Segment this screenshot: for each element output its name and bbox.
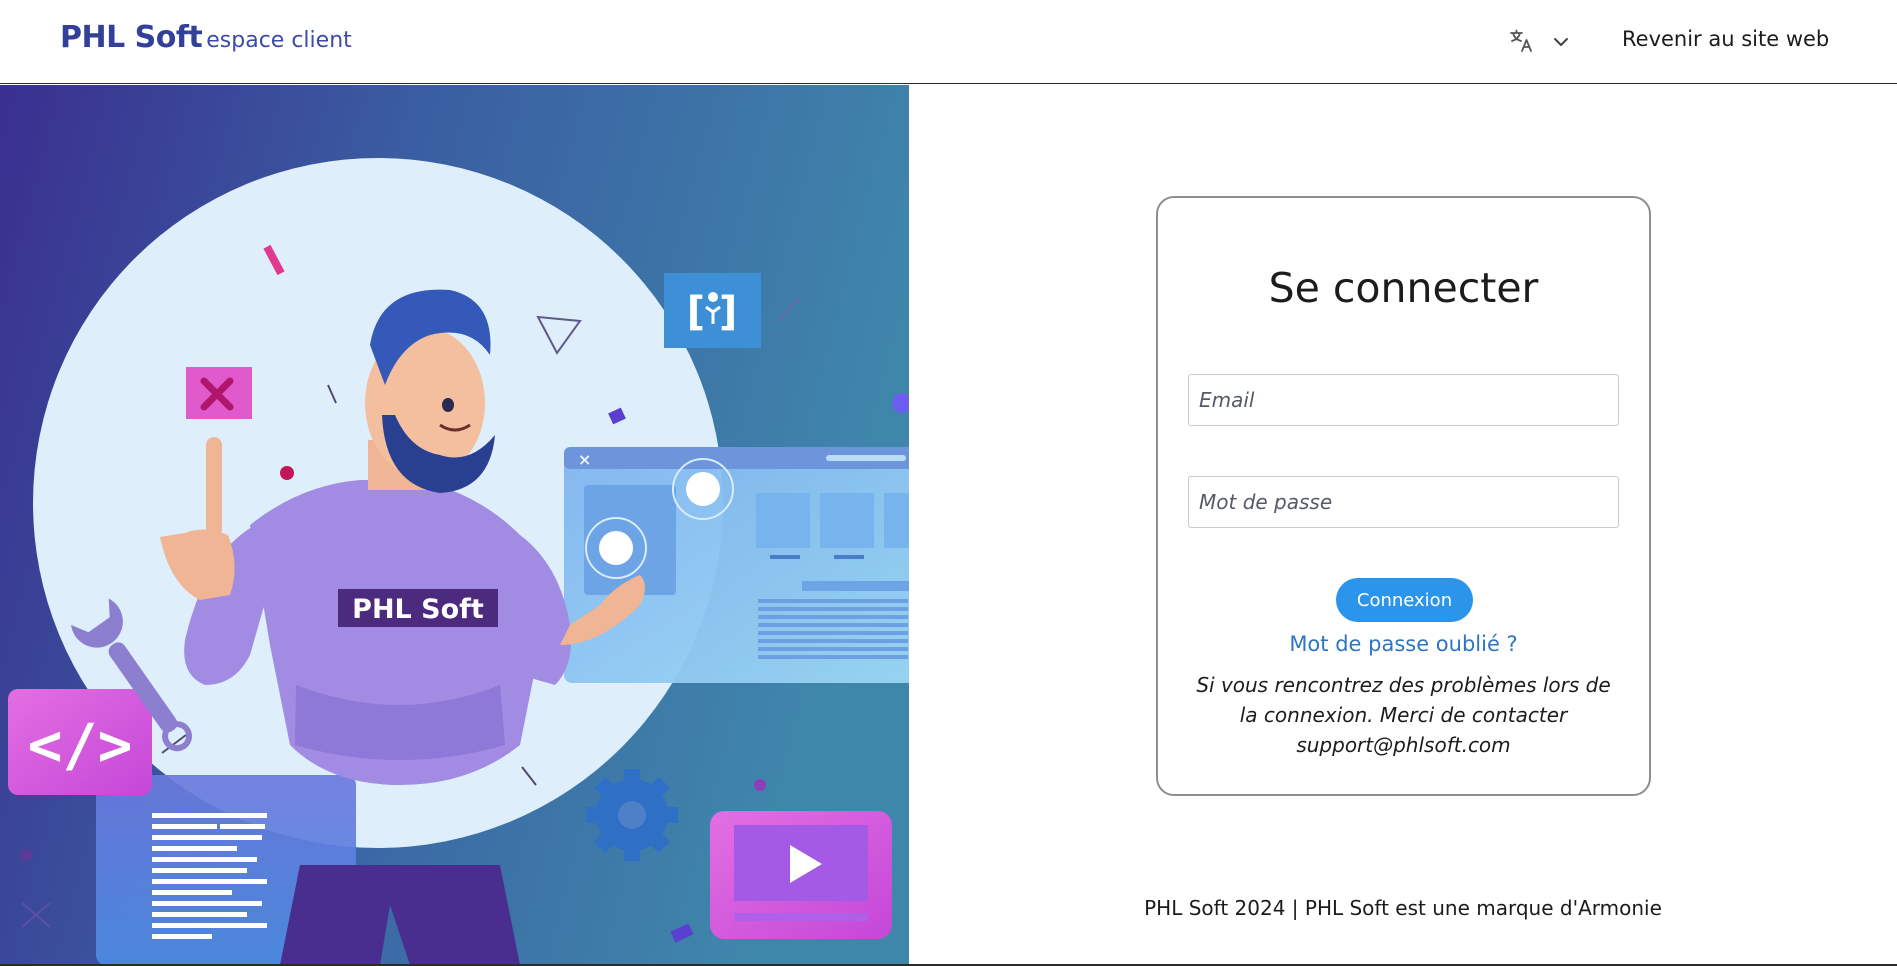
chevron-down-icon <box>1554 38 1568 46</box>
top-navbar: PHL Soft espace client Revenir au site we… <box>0 0 1897 84</box>
shirt-logo-text: PHL Soft <box>352 594 484 625</box>
back-to-website-link[interactable]: Revenir au site web <box>1622 27 1829 51</box>
svg-text:</>: </> <box>28 711 133 779</box>
language-selector[interactable] <box>1505 26 1569 58</box>
brand-name: PHL Soft <box>60 20 203 55</box>
hero-illustration: [ ] × </> PHL Soft <box>0 85 909 965</box>
email-field[interactable] <box>1188 374 1619 426</box>
forgot-password-link[interactable]: Mot de passe oublié ? <box>1158 632 1649 656</box>
page-footer: PHL Soft 2024 | PHL Soft est une marque … <box>1144 896 1662 920</box>
support-help-text: Si vous rencontrez des problèmes lors de… <box>1196 673 1611 757</box>
svg-text:×: × <box>578 450 591 469</box>
translate-icon <box>1510 29 1532 52</box>
login-button[interactable]: Connexion <box>1336 578 1473 622</box>
brand-logo[interactable]: PHL Soft espace client <box>60 20 352 55</box>
password-field[interactable] <box>1188 476 1619 528</box>
login-title: Se connecter <box>1268 264 1539 312</box>
login-card: Se connecter Connexion Mot de passe oubl… <box>1156 196 1651 796</box>
brand-subtitle: espace client <box>206 28 352 53</box>
